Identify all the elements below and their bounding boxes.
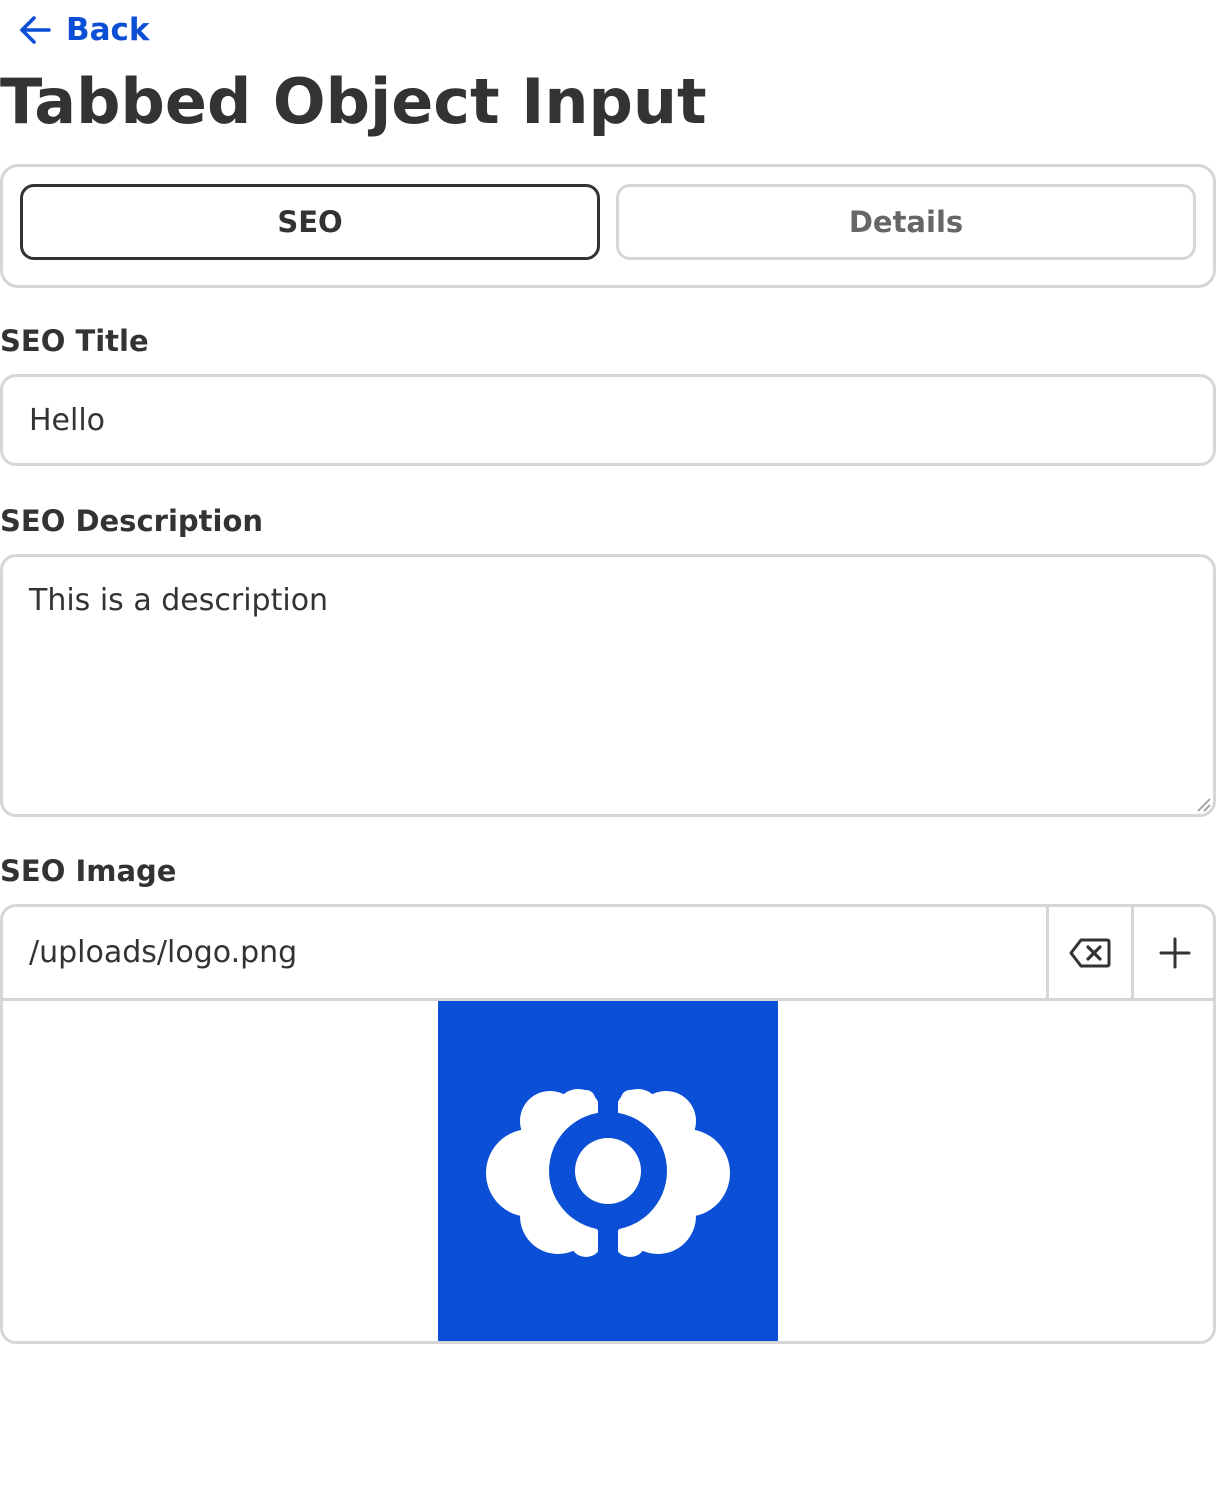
tab-bar: SEO Details xyxy=(0,164,1216,288)
backspace-icon xyxy=(1069,938,1111,967)
clear-image-button[interactable] xyxy=(1046,907,1131,998)
seo-description-value: This is a description xyxy=(29,583,329,618)
image-preview xyxy=(3,1001,1213,1341)
seo-description-textarea[interactable]: This is a description xyxy=(0,554,1216,817)
tab-details[interactable]: Details xyxy=(616,184,1196,260)
tab-seo[interactable]: SEO xyxy=(20,184,600,260)
seo-title-value: Hello xyxy=(29,402,106,438)
add-image-button[interactable] xyxy=(1131,907,1213,998)
arrow-left-icon xyxy=(20,16,51,44)
back-link[interactable]: Back xyxy=(18,10,150,50)
seo-description-label: SEO Description xyxy=(0,504,264,538)
resize-handle-icon[interactable] xyxy=(1193,794,1211,812)
logo-image xyxy=(438,1001,778,1341)
seo-image-path-row: /uploads/logo.png xyxy=(3,907,1213,1001)
back-label: Back xyxy=(66,12,150,48)
seo-image-path-value: /uploads/logo.png xyxy=(29,935,298,970)
page-title: Tabbed Object Input xyxy=(0,65,707,138)
seo-image-label: SEO Image xyxy=(0,854,177,888)
seo-image-path-input[interactable]: /uploads/logo.png xyxy=(29,907,297,998)
seo-image-field: /uploads/logo.png xyxy=(0,904,1216,1344)
plus-icon xyxy=(1159,937,1191,968)
seo-title-label: SEO Title xyxy=(0,324,149,358)
seo-title-input[interactable]: Hello xyxy=(0,374,1216,466)
